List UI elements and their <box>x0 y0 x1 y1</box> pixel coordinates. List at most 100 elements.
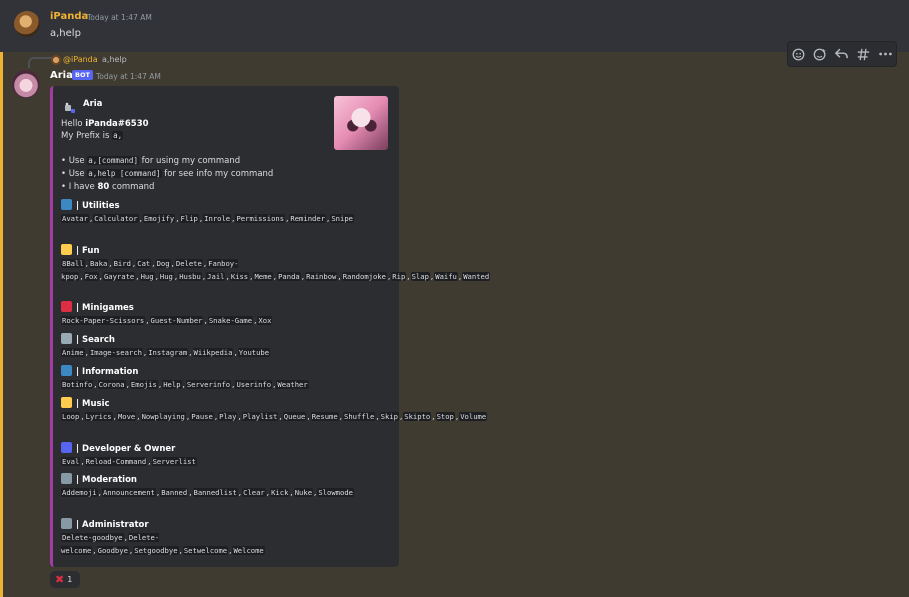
command-code: Jail <box>206 272 226 281</box>
reply-avatar[interactable] <box>51 55 61 65</box>
bullet-text: for see info my command <box>161 169 274 179</box>
section-title: | Fun <box>61 244 100 256</box>
command-code: Play <box>218 412 238 421</box>
section-title: | Utilities <box>61 199 120 211</box>
command-code: Weather <box>276 380 309 389</box>
command-code: Delete <box>174 259 203 268</box>
command-code: Gayrate <box>102 272 136 281</box>
section-title-text: | Administrator <box>75 520 149 530</box>
command-code: Calculator <box>93 214 139 223</box>
author-name-ipanda[interactable]: iPanda <box>50 11 88 22</box>
command-code: Corona <box>97 380 126 389</box>
section-title: | Minigames <box>61 301 134 313</box>
super-reaction-icon[interactable] <box>811 45 829 63</box>
command-code: Husbu <box>178 272 202 281</box>
section-title-text: | Minigames <box>75 303 134 313</box>
more-icon[interactable] <box>876 45 894 63</box>
command-code: Waifu <box>434 272 458 281</box>
section-commands: Anime,Image-search,Instagram,Wiikpedia,Y… <box>61 348 271 357</box>
section-commands: Rock-Paper-Scissors,Guest-Number,Snake-G… <box>61 316 273 325</box>
gear-icon <box>61 518 72 529</box>
command-code: Hug <box>158 272 174 281</box>
section-title-text: | Moderation <box>75 475 137 485</box>
command-code: Serverinfo <box>185 380 232 389</box>
command-code: Skipto <box>403 412 432 421</box>
reply-preview-text[interactable]: a,help <box>102 55 127 64</box>
command-code: Userinfo <box>235 380 273 389</box>
bot-avatar-aria[interactable] <box>12 70 40 98</box>
command-code: Reload-Command <box>84 457 148 466</box>
command-code: Randomjoke <box>341 272 387 281</box>
embed-bullet-3: • I have 80 command <box>61 182 154 192</box>
section-title-text: | Search <box>75 335 115 345</box>
add-reaction-icon[interactable] <box>790 45 808 63</box>
embed-prefix-line: My Prefix is a, <box>61 131 124 141</box>
command-count: 80 <box>97 182 110 192</box>
section-commands: Botinfo,Corona,Emojis,Help,Serverinfo,Us… <box>61 380 309 389</box>
command-code: Nuke <box>293 488 314 497</box>
command-code: Dog <box>155 259 171 268</box>
command-code: Banned <box>160 488 189 497</box>
embed-bullet-2: • Use a,help [command] for see info my c… <box>61 169 273 179</box>
command-code: Kick <box>270 488 290 497</box>
user-avatar-ipanda[interactable] <box>14 11 40 37</box>
command-code: Wanted <box>462 272 491 281</box>
section-commands: Delete-goodbye,Delete-welcome,Goodbye,Se… <box>61 533 265 555</box>
reaction-x[interactable]: ✖ 1 <box>50 571 80 588</box>
section-title-text: | Fun <box>75 246 100 256</box>
command-code: Permissions <box>235 214 286 223</box>
command-code: Kiss <box>229 272 250 281</box>
embed-thumbnail[interactable] <box>334 96 388 150</box>
command-code: Xox <box>257 316 273 325</box>
command-code: Loop <box>61 412 81 421</box>
command-code: Bird <box>112 259 132 268</box>
command-code: Addemoji <box>61 488 98 497</box>
grinning-face-icon <box>61 244 72 255</box>
command-code: Hug <box>139 272 155 281</box>
reaction-count: 1 <box>67 575 73 584</box>
command-code: Cat <box>136 259 152 268</box>
command-code: Welcome <box>232 546 265 555</box>
command-code: Guest-Number <box>149 316 204 325</box>
section-title-text: | Utilities <box>75 201 120 211</box>
command-code: Slowmode <box>317 488 354 497</box>
create-thread-icon[interactable] <box>855 45 873 63</box>
command-code: Fox <box>83 272 99 281</box>
command-code: 8Ball <box>61 259 85 268</box>
command-code: Serverlist <box>151 457 197 466</box>
command-code: Stop <box>435 412 455 421</box>
command-code: Youtube <box>237 348 271 357</box>
reply-icon[interactable] <box>833 45 851 63</box>
hello-text: Hello <box>61 119 86 129</box>
command-code: Meme <box>253 272 273 281</box>
music-note-icon <box>61 397 72 408</box>
bot-badge: BOT <box>72 70 93 80</box>
command-code: Flip <box>179 214 199 223</box>
command-code: Announcement <box>101 488 156 497</box>
section-title: | Search <box>61 333 115 345</box>
command-code: Wiikpedia <box>192 348 234 357</box>
command-code: Snake-Game <box>207 316 254 325</box>
command-code: Rainbow <box>305 272 338 281</box>
cross-mark-icon: ✖ <box>55 573 65 586</box>
command-code: Snipe <box>330 214 354 223</box>
command-code: Eval <box>61 457 81 466</box>
command-code: Resume <box>310 412 339 421</box>
message-timestamp: Today at 1:47 AM <box>87 13 152 22</box>
author-name-aria[interactable]: Aria <box>50 70 73 81</box>
bullet-code: a,help [command] <box>87 169 162 178</box>
section-title: | Music <box>61 397 110 409</box>
section-commands: Avatar,Calculator,Emojify,Flip,Inrole,Pe… <box>61 214 354 223</box>
message-action-toolbar <box>787 41 897 67</box>
people-icon <box>61 199 72 210</box>
mention-highlight-bar <box>0 52 3 597</box>
message-timestamp: Today at 1:47 AM <box>96 72 161 81</box>
command-code: Setwelcome <box>182 546 229 555</box>
prefix-label: My Prefix is <box>61 131 113 141</box>
reply-mention[interactable]: @iPanda <box>63 55 98 64</box>
command-code: Anime <box>61 348 85 357</box>
section-title-text: | Information <box>75 367 139 377</box>
command-code: Botinfo <box>61 380 94 389</box>
message-text: a,help <box>50 28 81 39</box>
command-code: Avatar <box>61 214 89 223</box>
